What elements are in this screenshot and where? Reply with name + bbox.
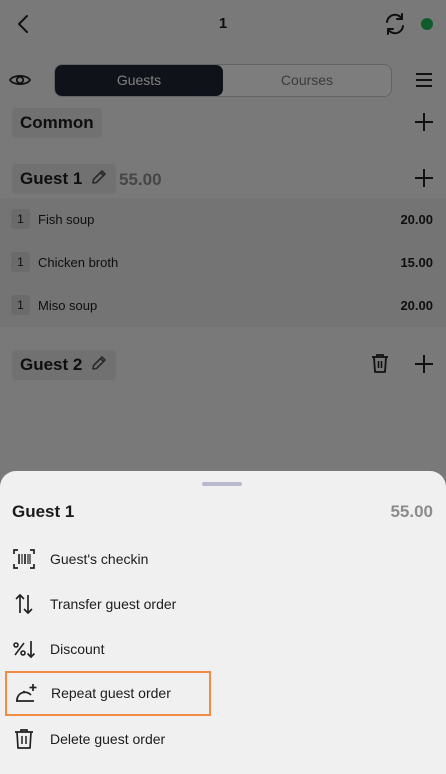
action-label: Repeat guest order xyxy=(51,685,171,701)
transfer-arrows-icon xyxy=(12,592,36,616)
sheet-title: Guest 1 xyxy=(12,502,75,521)
guest-checkin-action[interactable]: Guest's checkin xyxy=(0,537,446,582)
guest-actions-bottom-sheet: Guest 1 55.00 Guest's checkin Transfer g… xyxy=(0,471,446,774)
action-label: Guest's checkin xyxy=(50,551,149,567)
barcode-scan-icon xyxy=(12,547,36,571)
transfer-guest-order-action[interactable]: Transfer guest order xyxy=(0,582,446,627)
discount-action[interactable]: Discount xyxy=(0,627,446,672)
sheet-drag-handle[interactable] xyxy=(202,482,242,486)
percent-down-icon xyxy=(12,637,36,661)
action-label: Delete guest order xyxy=(50,731,166,747)
sheet-total: 55.00 xyxy=(390,502,433,521)
repeat-guest-order-action[interactable]: Repeat guest order xyxy=(5,671,211,716)
delete-guest-order-action[interactable]: Delete guest order xyxy=(0,717,446,762)
action-label: Transfer guest order xyxy=(50,596,177,612)
trash-icon xyxy=(12,727,36,751)
action-label: Discount xyxy=(50,641,105,657)
cloche-plus-icon xyxy=(14,682,38,706)
